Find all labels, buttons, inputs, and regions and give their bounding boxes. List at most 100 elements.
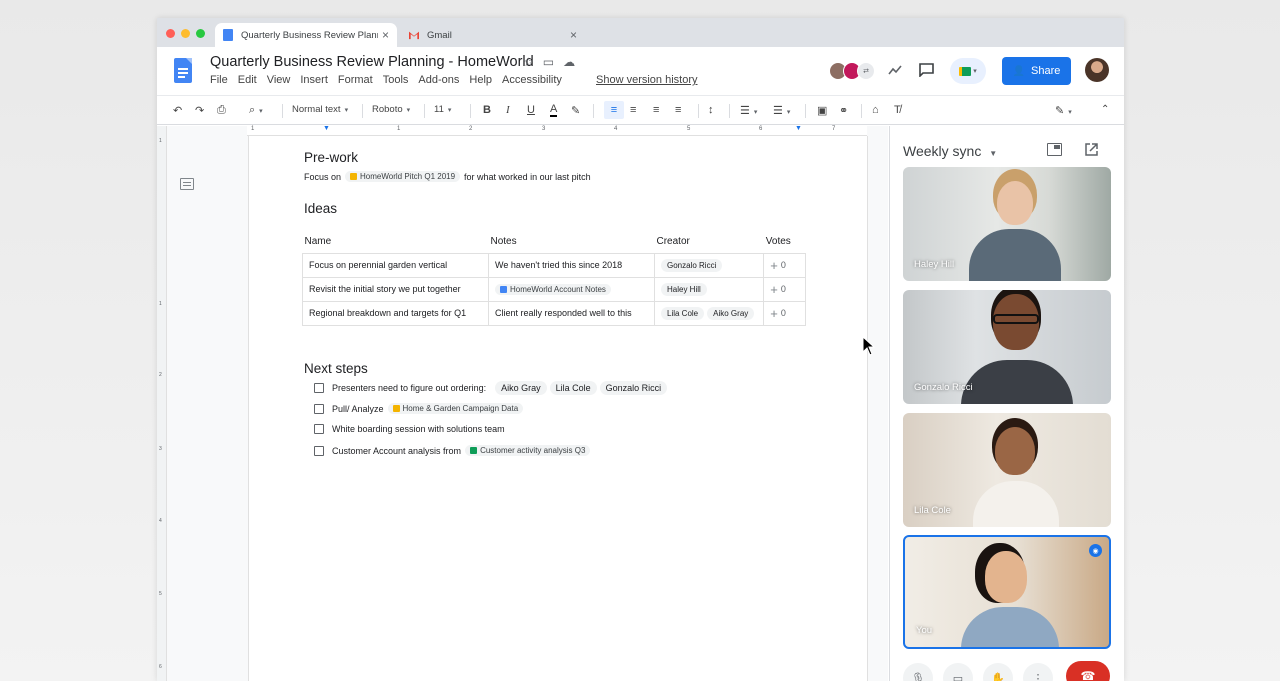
tab-gmail[interactable]: Gmail × [401, 23, 585, 47]
align-center-icon[interactable]: ≡ [630, 104, 636, 116]
document-title[interactable]: Quarterly Business Review Planning - Hom… [210, 54, 534, 70]
menu-format[interactable]: Format [338, 74, 373, 86]
raise-hand-button[interactable]: ✋ [983, 663, 1013, 681]
font-size-select[interactable]: 11 ▾ [434, 104, 451, 115]
leave-call-button[interactable]: ☎ [1066, 661, 1110, 681]
checkbox[interactable] [314, 383, 324, 393]
person-chip[interactable]: Aiko Gray [707, 306, 755, 320]
share-button[interactable]: 👤 Share [1002, 57, 1071, 85]
highlight-color-icon[interactable]: ✎ [571, 104, 580, 117]
line-spacing-icon[interactable]: ↕ [708, 104, 714, 116]
smart-chip[interactable]: HomeWorld Account Notes [495, 283, 611, 295]
cloud-status-icon[interactable]: ☁ [563, 55, 575, 69]
bold-icon[interactable]: B [483, 104, 491, 116]
redo-icon[interactable]: ↷ [195, 104, 204, 117]
collapse-menus-icon[interactable]: ⌃ [1101, 104, 1109, 115]
version-history-link[interactable]: Show version history [596, 74, 698, 86]
minimize-window-button[interactable] [181, 29, 190, 38]
paragraph-style-select[interactable]: Normal text ▾ [292, 104, 348, 115]
smart-chip[interactable]: HomeWorld Pitch Q1 2019 [345, 171, 461, 182]
menu-add-ons[interactable]: Add-ons [418, 74, 459, 86]
menu-edit[interactable]: Edit [238, 74, 257, 86]
meet-button[interactable]: ▾ [950, 58, 986, 84]
vote-counter[interactable]: +0 [770, 306, 786, 321]
table-cell[interactable]: Lila Cole Aiko Gray [653, 300, 765, 326]
microphone-button[interactable]: 🎙 [903, 663, 933, 681]
insert-image-icon[interactable]: ▣ [817, 104, 827, 117]
smart-chip[interactable]: Home & Garden Campaign Data [387, 403, 524, 414]
menu-help[interactable]: Help [469, 74, 492, 86]
close-tab-icon[interactable]: × [570, 28, 577, 42]
more-collaborators-icon[interactable]: ⇄ [857, 62, 875, 80]
editing-mode-icon[interactable]: ✎ ▾ [1055, 104, 1072, 117]
table-cell[interactable]: +0 [763, 252, 807, 278]
more-options-button[interactable]: ⋮ [1023, 663, 1053, 681]
left-indent-marker-icon[interactable]: ▼ [323, 125, 330, 132]
maximize-window-button[interactable] [196, 29, 205, 38]
account-avatar[interactable] [1085, 58, 1109, 82]
meeting-title-select[interactable]: Weekly sync ▼ [903, 143, 997, 159]
comments-icon[interactable] [919, 63, 934, 77]
text-color-icon[interactable]: A [550, 104, 558, 117]
right-indent-marker-icon[interactable]: ▼ [795, 125, 802, 132]
person-chip[interactable]: Haley Hill [661, 282, 707, 296]
menu-tools[interactable]: Tools [383, 74, 409, 86]
menu-file[interactable]: File [210, 74, 228, 86]
open-in-new-window-icon[interactable] [1084, 142, 1099, 157]
self-view-tile[interactable]: ◉ You [903, 535, 1111, 649]
numbered-list-icon[interactable]: ☰ ▾ [773, 104, 790, 117]
checkbox[interactable] [314, 424, 324, 434]
picture-in-picture-icon[interactable] [1047, 143, 1062, 156]
menu-view[interactable]: View [267, 74, 291, 86]
italic-icon[interactable]: I [506, 104, 510, 116]
participant-tile[interactable]: Lila Cole [903, 413, 1111, 527]
docs-logo-icon[interactable] [174, 58, 192, 83]
table-cell[interactable]: HomeWorld Account Notes [488, 276, 655, 302]
table-cell[interactable]: Gonzalo Ricci [653, 252, 765, 278]
star-icon[interactable]: ☆ [523, 55, 534, 69]
menu-insert[interactable]: Insert [300, 74, 328, 86]
bulleted-list-icon[interactable]: ☰ ▾ [740, 104, 757, 117]
vote-counter[interactable]: +0 [770, 282, 786, 297]
paint-format-icon[interactable]: ⌂ [872, 104, 879, 116]
menu-accessibility[interactable]: Accessibility [502, 74, 562, 86]
person-chip[interactable]: Gonzalo Ricci [599, 381, 668, 395]
activity-dashboard-icon[interactable] [888, 65, 902, 75]
font-select[interactable]: Roboto ▾ [372, 104, 410, 115]
zoom-icon[interactable]: ⌕ ▾ [249, 104, 263, 117]
align-right-icon[interactable]: ≡ [653, 104, 659, 116]
tab-docs[interactable]: Quarterly Business Review Plann × [215, 23, 397, 47]
align-left-icon[interactable]: ≡ [604, 101, 624, 119]
align-justify-icon[interactable]: ≡ [675, 104, 681, 116]
close-tab-icon[interactable]: × [382, 28, 389, 42]
person-chip[interactable]: Gonzalo Ricci [661, 258, 723, 272]
table-cell[interactable]: Haley Hill [653, 276, 765, 302]
table-cell[interactable]: Regional breakdown and targets for Q1 [302, 300, 489, 326]
table-cell[interactable]: Client really responded well to this [488, 300, 655, 326]
table-cell[interactable]: We haven't tried this since 2018 [488, 252, 655, 278]
table-cell[interactable]: Revisit the initial story we put togethe… [302, 276, 489, 302]
table-cell[interactable]: +0 [763, 276, 807, 302]
undo-icon[interactable]: ↶ [173, 104, 182, 117]
clear-formatting-icon[interactable]: T̸ [894, 104, 901, 116]
prework-text: for what worked in our last pitch [464, 171, 591, 182]
print-icon[interactable]: ⎙ [217, 104, 226, 117]
underline-icon[interactable]: U [527, 104, 535, 116]
move-folder-icon[interactable]: ▭ [543, 55, 554, 69]
participant-tile[interactable]: Gonzalo Ricci [903, 290, 1111, 404]
checkbox[interactable] [314, 445, 324, 456]
document-outline-icon[interactable] [180, 178, 194, 190]
smart-chip[interactable]: Customer activity analysis Q3 [465, 445, 591, 456]
person-chip[interactable]: Lila Cole [549, 381, 597, 395]
table-cell[interactable]: Focus on perennial garden vertical [302, 252, 489, 278]
participant-tile[interactable]: Haley Hill [903, 167, 1111, 281]
person-chip[interactable]: Lila Cole [661, 306, 705, 320]
person-chip[interactable]: Aiko Gray [495, 381, 547, 395]
vote-counter[interactable]: +0 [770, 258, 786, 273]
document-page[interactable]: Pre-work Focus on HomeWorld Pitch Q1 201… [248, 136, 868, 681]
checkbox[interactable] [314, 403, 324, 414]
insert-link-icon[interactable]: ⚭ [839, 104, 848, 117]
camera-button[interactable]: ▭ [943, 663, 973, 681]
close-window-button[interactable] [166, 29, 175, 38]
table-cell[interactable]: +0 [763, 300, 807, 326]
